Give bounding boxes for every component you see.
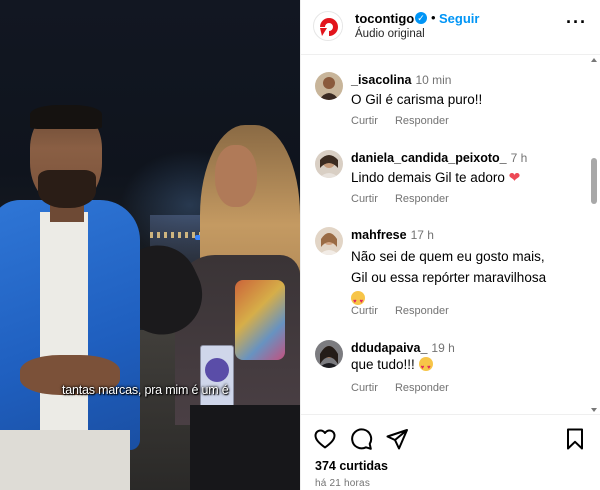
comment-text-line: Não sei de quem eu gosto mais, (351, 249, 545, 264)
man-beard (38, 170, 96, 208)
video-caption: tantas marcas, pra mim é um é (62, 383, 229, 397)
like-comment-button[interactable]: Curtir (351, 115, 378, 127)
heart-eyes-emoji-icon (351, 291, 365, 313)
heart-icon[interactable] (313, 427, 337, 451)
account-avatar[interactable] (313, 11, 343, 41)
comments-scrollbar[interactable] (589, 56, 599, 414)
press-badge-logo (205, 358, 229, 382)
comment-time: 10 min (415, 73, 452, 87)
comments-list[interactable]: _isacolina 10 min O Gil é carisma puro!! … (301, 56, 600, 414)
account-username[interactable]: tocontigo (355, 11, 414, 26)
user-avatar-icon (315, 72, 343, 100)
comment-text-line: que tudo!!! (351, 357, 415, 372)
comment-actions: Curtir Responder (351, 115, 463, 127)
post-actions-bar: 374 curtidas há 21 horas (301, 414, 600, 490)
reply-button[interactable]: Responder (395, 193, 449, 205)
comment-avatar[interactable] (315, 340, 343, 368)
comment-text: que tudo!!! (351, 354, 581, 379)
comment-text-line: O Gil é carisma puro!! (351, 92, 483, 107)
comment-item: _isacolina 10 min O Gil é carisma puro!! … (301, 56, 591, 132)
bookmark-icon[interactable] (563, 427, 587, 451)
comment-actions: Curtir Responder (351, 193, 463, 205)
comment-icon[interactable] (349, 427, 373, 451)
man-pants (0, 430, 130, 490)
woman-shirt-print (235, 280, 285, 360)
post-timestamp[interactable]: há 21 horas (315, 478, 370, 489)
share-icon[interactable] (385, 427, 409, 451)
user-avatar-icon (315, 340, 343, 368)
comment-username[interactable]: mahfrese (351, 228, 407, 242)
like-comment-button[interactable]: Curtir (351, 305, 378, 317)
scrollbar-thumb[interactable] (591, 158, 597, 204)
comment-time: 7 h (510, 151, 528, 165)
more-options-icon[interactable]: ··· (566, 12, 587, 33)
man-hair (30, 105, 102, 129)
like-comment-button[interactable]: Curtir (351, 382, 378, 394)
like-comment-button[interactable]: Curtir (351, 193, 378, 205)
comment-text: Lindo demais Gil te adoro ❤ (351, 167, 581, 188)
heart-eyes-emoji-icon (418, 357, 433, 379)
post-header: tocontigo ✓ • Seguir Áudio original ··· (301, 0, 600, 55)
comment-actions: Curtir Responder (351, 305, 463, 317)
scroll-down-arrow-icon[interactable] (591, 408, 597, 412)
reply-button[interactable]: Responder (395, 115, 449, 127)
comment-username[interactable]: daniela_candida_peixoto_ (351, 151, 507, 165)
heart-emoji-icon: ❤ (508, 169, 521, 185)
comment-time: 19 h (431, 341, 455, 355)
comment-text: O Gil é carisma puro!! (351, 89, 581, 110)
woman-face (215, 145, 257, 207)
comment-avatar[interactable] (315, 72, 343, 100)
user-avatar-icon (315, 227, 343, 255)
comment-item: daniela_candida_peixoto_ 7 h Lindo demais… (301, 134, 591, 212)
comment-text-line: Lindo demais Gil te adoro (351, 170, 505, 185)
user-avatar-icon (315, 150, 343, 178)
reply-button[interactable]: Responder (395, 382, 449, 394)
reply-button[interactable]: Responder (395, 305, 449, 317)
separator-dot: • (431, 10, 436, 25)
post-side-panel: tocontigo ✓ • Seguir Áudio original ··· … (300, 0, 600, 490)
comment-actions: Curtir Responder (351, 382, 463, 394)
comment-text-line: Gil ou essa repórter maravilhosa (351, 270, 547, 285)
comment-item: ddudapaiva_ 19 h que tudo!!! Curtir Respo… (301, 324, 591, 414)
comment-header: daniela_candida_peixoto_ 7 h (351, 149, 527, 167)
comment-header: _isacolina 10 min (351, 71, 451, 89)
comment-avatar[interactable] (315, 150, 343, 178)
comment-item: mahfrese 17 h Não sei de quem eu gosto ma… (301, 211, 591, 323)
audio-label[interactable]: Áudio original (355, 28, 425, 40)
likes-count[interactable]: 374 curtidas (315, 459, 388, 473)
verified-badge-icon: ✓ (415, 12, 427, 24)
video-player[interactable]: tantas marcas, pra mim é um é (0, 0, 300, 490)
man-shirt (40, 212, 88, 452)
follow-button[interactable]: Seguir (439, 11, 479, 26)
comment-header: mahfrese 17 h (351, 226, 434, 244)
tocontigo-logo-icon (315, 13, 342, 40)
comment-time: 17 h (410, 228, 434, 242)
scroll-up-arrow-icon[interactable] (591, 58, 597, 62)
comment-username[interactable]: ddudapaiva_ (351, 341, 427, 355)
woman-pants (190, 405, 300, 490)
comment-username[interactable]: _isacolina (351, 73, 411, 87)
comment-text: Não sei de quem eu gosto mais, Gil ou es… (351, 246, 581, 313)
comment-avatar[interactable] (315, 227, 343, 255)
